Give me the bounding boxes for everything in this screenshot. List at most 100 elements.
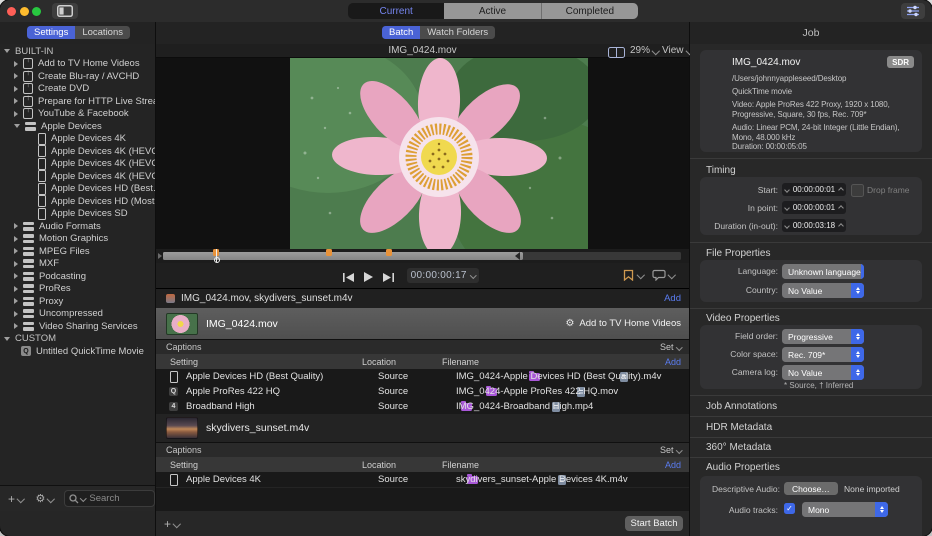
chevron-down-icon[interactable] <box>79 495 87 502</box>
chevron-collapsed-icon[interactable] <box>14 310 18 317</box>
tab-active[interactable]: Active <box>444 3 541 19</box>
tree-group-proxy[interactable]: Proxy <box>0 295 155 308</box>
sidebar-toggle-button[interactable] <box>52 3 78 19</box>
chevron-collapsed-icon[interactable] <box>14 223 18 230</box>
zoom-window-button[interactable] <box>32 6 41 16</box>
output-row[interactable]: Apple Devices HD (Best Quality) Source I… <box>156 369 689 385</box>
zoom-dropdown[interactable]: 29% <box>630 45 660 56</box>
view-dropdown[interactable]: View <box>662 45 694 56</box>
timeline-marker-icon[interactable] <box>326 249 332 256</box>
360-metadata-section[interactable]: 360° Metadata <box>706 442 771 453</box>
tree-item-create-bluray[interactable]: Create Blu-ray / AVCHD <box>0 70 155 83</box>
tree-group-motion-graphics[interactable]: Motion Graphics <box>0 233 155 246</box>
job-row-img-0424[interactable]: IMG_0424.mov ⚙ Add to TV Home Videos <box>156 308 689 339</box>
chevron-collapsed-icon[interactable] <box>14 98 18 105</box>
tab-current[interactable]: Current <box>348 3 445 19</box>
country-popup[interactable]: No Value <box>782 283 864 298</box>
tree-group-mpeg-files[interactable]: MPEG Files <box>0 245 155 258</box>
out-point-marker-icon[interactable] <box>515 252 520 260</box>
tree-group-audio-formats[interactable]: Audio Formats <box>0 220 155 233</box>
tree-item-apple-devices-4k-hevc-1[interactable]: Apple Devices 4K (HEVC… <box>0 145 155 158</box>
chevron-down-icon[interactable] <box>784 186 790 193</box>
chevron-collapsed-icon[interactable] <box>14 285 18 292</box>
inspector-toggle-button[interactable] <box>901 3 925 19</box>
marker-menu-button[interactable] <box>622 269 645 281</box>
close-window-button[interactable] <box>7 6 16 16</box>
chevron-expanded-icon[interactable] <box>14 124 20 129</box>
tree-item-apple-devices-hd-most[interactable]: Apple Devices HD (Most… <box>0 195 155 208</box>
tree-item-add-to-tv[interactable]: Add to TV Home Videos <box>0 58 155 71</box>
tab-watch-folders[interactable]: Watch Folders <box>420 26 496 39</box>
add-output-link[interactable]: Add <box>665 460 681 470</box>
tree-group-video-sharing[interactable]: Video Sharing Services <box>0 320 155 333</box>
camera-log-popup[interactable]: No Value <box>782 365 864 380</box>
language-popup[interactable]: Unknown language <box>782 264 864 279</box>
tree-group-mxf[interactable]: MXF <box>0 258 155 271</box>
chevron-up-icon[interactable] <box>838 204 844 211</box>
hdr-metadata-section[interactable]: HDR Metadata <box>706 422 772 433</box>
output-row[interactable]: Q Apple ProRes 422 HQ Source IMG_0424-Ap… <box>156 384 689 400</box>
tree-item-apple-devices-hd-best[interactable]: Apple Devices HD (Best… <box>0 182 155 196</box>
chevron-expanded-icon[interactable] <box>4 336 10 341</box>
drop-frame-checkbox[interactable] <box>851 184 864 197</box>
search-field[interactable] <box>63 490 155 507</box>
annotation-menu-button[interactable] <box>652 269 676 281</box>
search-input[interactable] <box>87 492 150 505</box>
tree-item-apple-devices-4k-hevc-3[interactable]: Apple Devices 4K (HEVC… <box>0 170 155 183</box>
chevron-collapsed-icon[interactable] <box>14 273 18 280</box>
tree-item-apple-devices-4k[interactable]: Apple Devices 4K <box>0 132 155 146</box>
choose-audio-button[interactable]: Choose… <box>784 482 838 495</box>
play-button[interactable] <box>362 270 374 288</box>
output-row[interactable]: 4 Broadband High Source IMG_0424-Broadba… <box>156 399 689 415</box>
tree-item-http-live[interactable]: Prepare for HTTP Live Strea… <box>0 95 155 108</box>
chevron-collapsed-icon[interactable] <box>14 323 18 330</box>
minimize-window-button[interactable] <box>19 6 29 16</box>
timeline-marker-icon[interactable] <box>386 249 392 256</box>
chevron-up-icon[interactable] <box>838 186 844 193</box>
video-preview[interactable] <box>156 58 689 249</box>
chevron-down-icon[interactable] <box>172 519 181 528</box>
audio-track-checkbox[interactable]: ✓ <box>784 503 795 514</box>
chevron-collapsed-icon[interactable] <box>14 235 18 242</box>
chevron-up-icon[interactable] <box>838 222 844 229</box>
tab-locations[interactable]: Locations <box>75 26 130 39</box>
chevron-collapsed-icon[interactable] <box>14 85 18 92</box>
chevron-down-icon[interactable] <box>47 494 56 503</box>
job-row-skydivers[interactable]: skydivers_sunset.m4v <box>156 414 689 442</box>
next-frame-button[interactable] <box>382 270 395 288</box>
job-action[interactable]: ⚙ Add to TV Home Videos <box>565 318 681 329</box>
start-batch-button[interactable]: Start Batch <box>625 516 683 531</box>
add-job-button[interactable]: + <box>164 518 171 530</box>
tree-group-prores[interactable]: ProRes <box>0 283 155 296</box>
tab-completed[interactable]: Completed <box>541 3 638 19</box>
chevron-collapsed-icon[interactable] <box>14 73 18 80</box>
tree-section-custom[interactable]: CUSTOM <box>0 333 155 346</box>
tab-settings[interactable]: Settings <box>27 26 76 39</box>
job-annotations-section[interactable]: Job Annotations <box>706 401 777 412</box>
add-setting-button[interactable]: + <box>8 493 15 505</box>
tree-group-podcasting[interactable]: Podcasting <box>0 270 155 283</box>
chevron-collapsed-icon[interactable] <box>14 260 18 267</box>
chevron-expanded-icon[interactable] <box>4 49 10 54</box>
gear-button[interactable]: ⚙ <box>36 493 46 504</box>
chevron-down-icon[interactable] <box>784 222 790 229</box>
tree-item-apple-devices-sd[interactable]: Apple Devices SD <box>0 207 155 221</box>
chevron-collapsed-icon[interactable] <box>14 298 18 305</box>
output-row[interactable]: Apple Devices 4K Source skydivers_sunset… <box>156 472 689 488</box>
field-order-popup[interactable]: Progressive <box>782 329 864 344</box>
chevron-down-icon[interactable] <box>784 204 790 211</box>
tree-item-untitled-quicktime[interactable]: Q Untitled QuickTime Movie <box>0 345 155 358</box>
chevron-collapsed-icon[interactable] <box>14 60 18 67</box>
chevron-collapsed-icon[interactable] <box>14 248 18 255</box>
start-timecode-stepper[interactable]: 00:00:00:01 <box>782 183 846 196</box>
in-point-stepper[interactable]: 00:00:00:01 <box>782 201 846 214</box>
timeline-scrubber[interactable] <box>156 249 689 263</box>
timecode-field[interactable]: 00:00:00:17 <box>407 268 479 283</box>
chevron-collapsed-icon[interactable] <box>14 110 18 117</box>
captions-set-dropdown[interactable]: Set <box>660 342 682 352</box>
tree-group-uncompressed[interactable]: Uncompressed <box>0 308 155 321</box>
tab-batch[interactable]: Batch <box>382 26 421 39</box>
chevron-down-icon[interactable] <box>16 494 25 503</box>
tree-section-built-in[interactable]: BUILT-IN <box>0 45 155 58</box>
audio-track-popup[interactable]: Mono <box>802 502 888 517</box>
